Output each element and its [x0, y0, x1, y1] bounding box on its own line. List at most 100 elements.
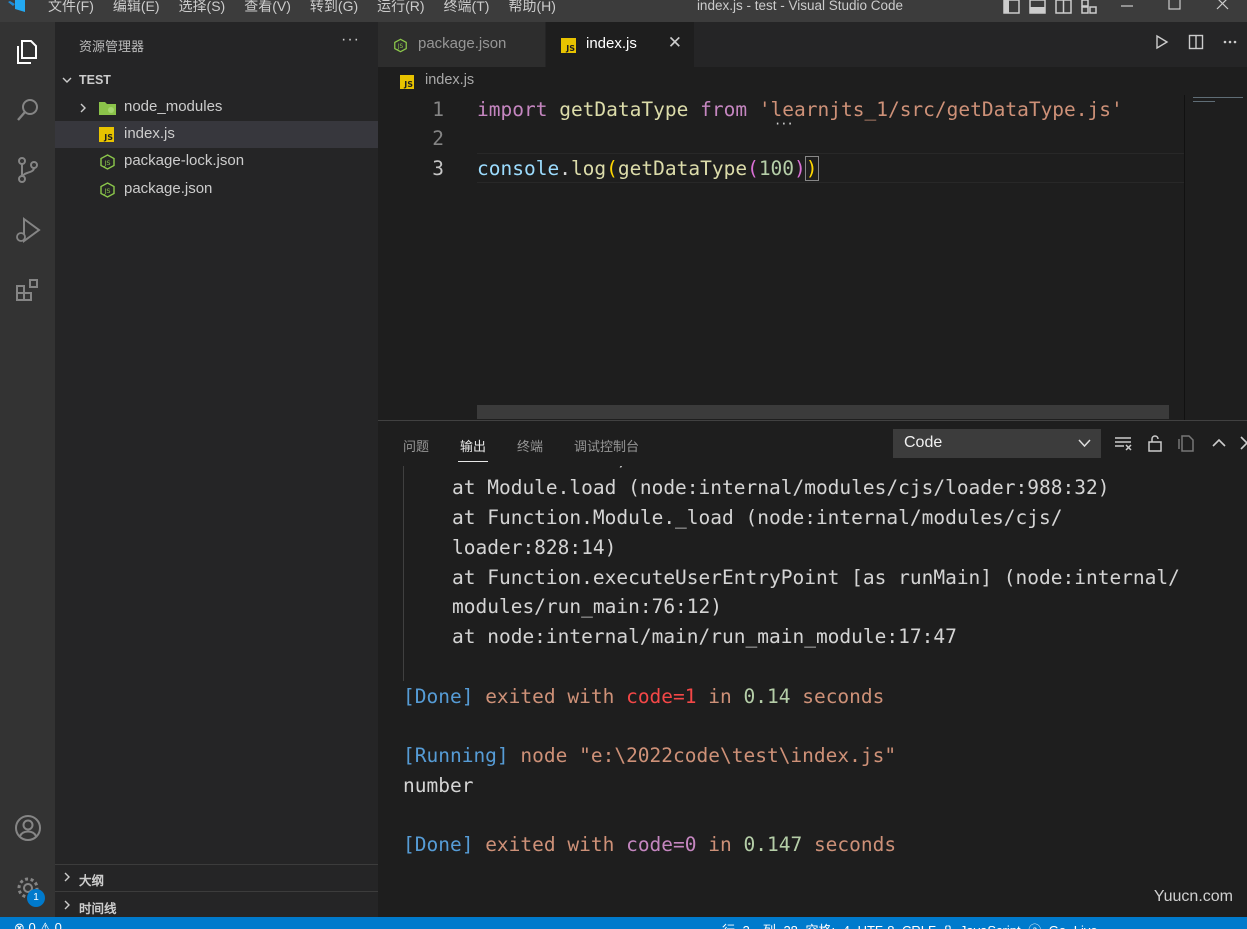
- settings-gear-icon[interactable]: [0, 862, 55, 914]
- maximize-icon[interactable]: [1153, 0, 1197, 14]
- search-icon[interactable]: [0, 84, 55, 136]
- token-bracket: (: [747, 157, 759, 180]
- token-identifier: getDataType: [559, 98, 689, 121]
- breadcrumb: JS index.js: [378, 67, 1247, 95]
- tree-item-label: node_modules: [124, 98, 223, 115]
- exit-code: code=0: [626, 833, 697, 856]
- close-window-icon[interactable]: [1201, 0, 1245, 14]
- output-line-result: number: [403, 774, 474, 797]
- outline-section-header[interactable]: 大纲: [55, 867, 378, 889]
- breadcrumb-file[interactable]: index.js: [425, 72, 474, 88]
- js-file-icon: JS: [561, 38, 576, 53]
- tab-problems[interactable]: 问题: [403, 436, 429, 455]
- token-bracket: ): [804, 156, 819, 181]
- lock-scroll-icon[interactable]: [1145, 433, 1165, 453]
- done-tag: [Done]: [403, 833, 474, 856]
- output-line-running: [Running] node "e:\2022code\test\index.j…: [403, 741, 896, 771]
- output-line: at Module.load (node:internal/modules/cj…: [452, 476, 1110, 499]
- tree-item-label: index.js: [124, 125, 175, 142]
- run-debug-icon[interactable]: [0, 204, 55, 256]
- token-punct: .: [559, 157, 571, 180]
- token-string: 'learnjts_1/src/getDataType.js': [758, 98, 1123, 121]
- chevron-down-icon: [62, 77, 72, 83]
- sidebar-title: 资源管理器: [79, 39, 145, 54]
- svg-text:JS: JS: [103, 187, 110, 195]
- minimap-line: [1193, 97, 1243, 98]
- token-keyword: from: [700, 98, 748, 121]
- elapsed-time: 0.14: [743, 685, 791, 708]
- settings-badge: 1: [27, 889, 45, 907]
- elapsed-time: 0.147: [743, 833, 803, 856]
- token-function: getDataType: [617, 157, 748, 180]
- node-folder-icon: [99, 102, 116, 115]
- tree-item-node-modules[interactable]: node_modules: [55, 94, 378, 121]
- more-actions-button[interactable]: ···: [341, 31, 360, 49]
- explorer-sidebar: 资源管理器 ··· TEST node_modules JS index.js …: [55, 22, 378, 917]
- tree-item-package-lock-json[interactable]: JS package-lock.json: [55, 148, 378, 175]
- tab-index-js[interactable]: JS index.js ✕: [546, 22, 694, 67]
- tab-debug-console[interactable]: 调试控制台: [574, 436, 639, 455]
- output-channel-value: Code: [904, 434, 943, 451]
- js-file-icon: JS: [400, 75, 414, 89]
- indent-guide: [403, 466, 404, 681]
- js-file-icon: JS: [99, 127, 114, 142]
- tab-package-json[interactable]: JS package.json: [378, 22, 545, 67]
- problems-status[interactable]: ⊗ 0 ⚠ 0: [14, 920, 62, 929]
- nodejs-file-icon: JS: [100, 154, 115, 170]
- done-tag: [Done]: [403, 685, 474, 708]
- toggle-panel-icon[interactable]: [1027, 0, 1049, 14]
- explorer-icon[interactable]: [0, 26, 55, 78]
- run-command: node "e:\2022code\test\index.js": [508, 744, 897, 767]
- editor-status[interactable]: 行 3，列 28 空格: 4 UTF-8 CRLF {} JavaScript …: [722, 920, 1098, 929]
- token-function: log: [570, 157, 607, 180]
- close-tab-icon[interactable]: ✕: [668, 33, 682, 53]
- output-log[interactable]: loader:1153:10) at Module.load (node:int…: [378, 466, 1247, 918]
- section-divider: [55, 891, 378, 892]
- exit-code: code=1: [626, 685, 697, 708]
- token-variable: console: [477, 157, 560, 180]
- chevron-right-icon: [80, 103, 86, 113]
- toggle-sidebar-icon[interactable]: [1001, 0, 1023, 14]
- tree-item-index-js[interactable]: JS index.js: [55, 121, 378, 148]
- nodejs-file-icon: JS: [100, 182, 115, 198]
- output-line: modules/run_main:76:12): [452, 595, 723, 618]
- token-keyword: import: [477, 98, 548, 121]
- tree-item-package-json[interactable]: JS package.json: [55, 176, 378, 203]
- minimap[interactable]: [1184, 95, 1247, 420]
- account-icon[interactable]: [0, 802, 55, 854]
- timeline-section-header[interactable]: 时间线: [55, 895, 378, 917]
- bottom-panel: 问题 输出 终端 调试控制台 Code loader:1153:10) at M…: [378, 420, 1247, 917]
- output-channel-select[interactable]: Code: [893, 429, 1101, 458]
- customize-layout-icon[interactable]: [1079, 0, 1101, 14]
- editor-tabs: JS package.json JS index.js ✕: [378, 22, 1247, 67]
- tab-label: index.js: [586, 35, 637, 52]
- token-bracket: ): [794, 157, 806, 180]
- horizontal-scrollbar[interactable]: [477, 405, 1169, 419]
- source-control-icon[interactable]: [0, 144, 55, 196]
- output-text: in: [696, 833, 744, 856]
- output-line: at node:internal/main/run_main_module:17…: [452, 625, 957, 648]
- close-panel-icon[interactable]: [1237, 433, 1247, 453]
- maximize-panel-icon[interactable]: [1209, 433, 1229, 453]
- more-actions-icon[interactable]: [1213, 34, 1247, 55]
- minimize-icon[interactable]: [1105, 0, 1149, 14]
- clear-output-icon[interactable]: [1113, 433, 1133, 453]
- timeline-label: 时间线: [79, 902, 117, 916]
- line-number: 3: [432, 157, 444, 180]
- workspace-name: TEST: [79, 73, 111, 87]
- workspace-section-header[interactable]: TEST: [55, 70, 378, 92]
- open-log-file-icon[interactable]: [1177, 433, 1197, 453]
- extensions-icon[interactable]: [0, 264, 55, 316]
- run-code-icon[interactable]: [1145, 34, 1179, 55]
- tree-item-label: package-lock.json: [124, 152, 245, 169]
- tab-output[interactable]: 输出: [460, 436, 486, 455]
- code-editor[interactable]: 1 2 3 import getDataType from 'learnjts_…: [378, 95, 1184, 420]
- token-number: 100: [758, 157, 795, 180]
- editor-actions: [1145, 22, 1247, 67]
- watermark-site: Yuucn.com: [1153, 888, 1233, 905]
- split-editor-icon[interactable]: [1179, 34, 1213, 55]
- split-layout-icon[interactable]: [1053, 0, 1075, 14]
- output-text: seconds: [802, 833, 897, 856]
- tab-terminal[interactable]: 终端: [517, 436, 543, 455]
- hint-ellipsis: ···: [774, 117, 794, 131]
